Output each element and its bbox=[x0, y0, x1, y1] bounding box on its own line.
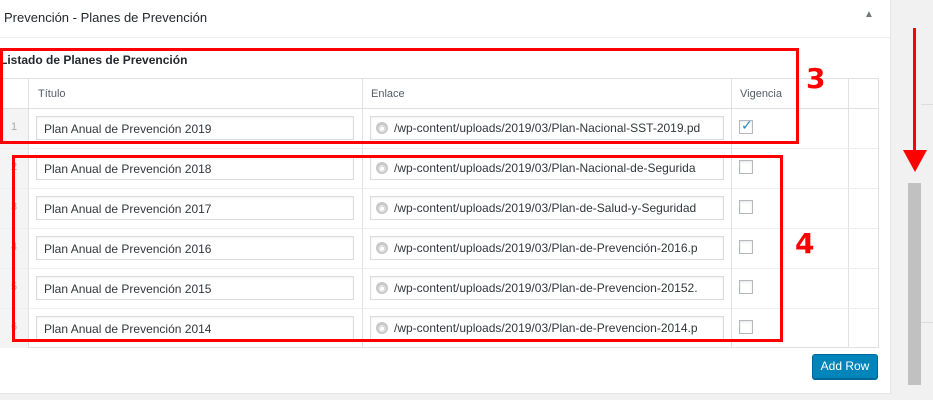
adjacent-panel-edge bbox=[921, 0, 933, 400]
annotation-label-3: 3 bbox=[806, 62, 826, 95]
add-row-button[interactable]: Add Row bbox=[812, 354, 878, 379]
annotation-box-3 bbox=[0, 48, 799, 144]
postbox-title: Prevención - Planes de Prevención bbox=[4, 10, 208, 25]
divider bbox=[921, 104, 933, 105]
scrollbar-thumb[interactable] bbox=[908, 183, 922, 385]
annotation-box-4 bbox=[12, 155, 783, 342]
postbox-header[interactable]: Prevención - Planes de Prevención ▲ bbox=[0, 0, 890, 38]
collapse-toggle-icon[interactable]: ▲ bbox=[864, 9, 874, 20]
divider bbox=[921, 322, 933, 323]
down-arrow-icon bbox=[903, 150, 927, 172]
annotation-label-4: 4 bbox=[795, 227, 815, 260]
annotation-arrow-shaft bbox=[913, 28, 916, 158]
